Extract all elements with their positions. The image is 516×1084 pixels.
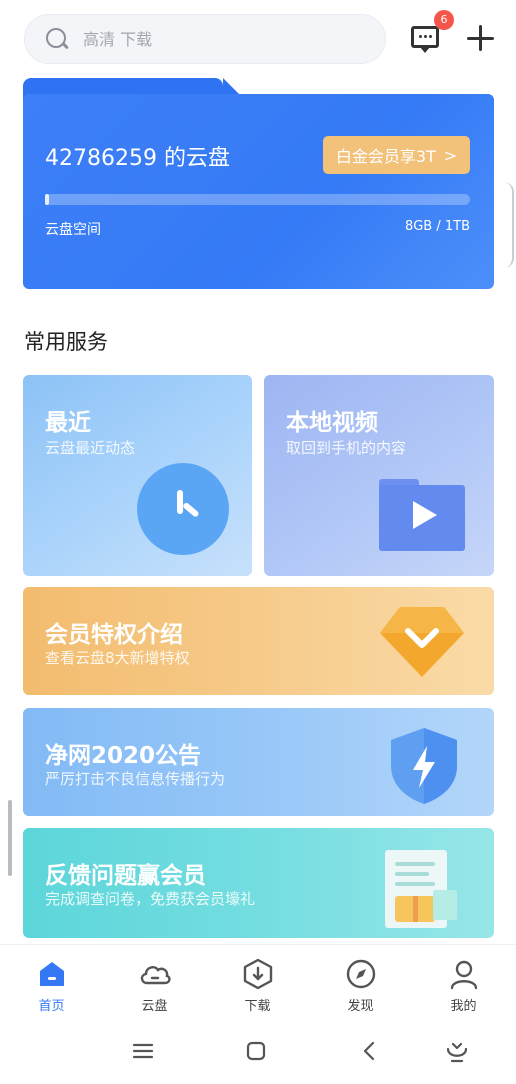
- download-icon: [243, 958, 273, 990]
- cloud-card-body: [23, 94, 494, 289]
- search-input[interactable]: [83, 29, 333, 49]
- vip-upgrade-button[interactable]: 白金会员享3T >: [323, 136, 470, 174]
- storage-label: 云盘空间: [45, 222, 101, 238]
- paper-line: [395, 862, 435, 866]
- nav-label: 我的: [450, 999, 477, 1014]
- person-icon: [450, 960, 478, 990]
- cloud-icon: [140, 966, 171, 985]
- member-title: 会员特权介绍: [45, 622, 183, 648]
- nav-item-discover[interactable]: 发现: [309, 945, 412, 1023]
- bottom-navigation: 首页 云盘 下载 发现 我的: [0, 944, 516, 1022]
- recent-title: 最近: [45, 410, 91, 436]
- message-count-badge: 6: [434, 10, 454, 30]
- compass-icon: [346, 959, 376, 989]
- storage-value: 8GB / 1TB: [404, 219, 470, 234]
- chevron-right-icon: >: [443, 145, 458, 165]
- feedback-subtitle: 完成调查问卷，免费获会员壕礼: [45, 890, 256, 908]
- diamond-icon: [380, 607, 464, 677]
- nav-item-download[interactable]: 下载: [206, 945, 309, 1023]
- home-icon: [40, 962, 64, 986]
- feedback-title: 反馈问题赢会员: [45, 863, 206, 889]
- shield-icon: [391, 728, 457, 804]
- back-icon[interactable]: [355, 1036, 385, 1066]
- message-dot: [429, 35, 432, 38]
- paper-line: [395, 872, 429, 876]
- messages-button[interactable]: 6: [408, 10, 454, 58]
- local-video-subtitle: 取回到手机的内容: [286, 439, 407, 457]
- cloud-title: 42786259 的云盘: [45, 146, 230, 171]
- nav-label: 下载: [244, 999, 271, 1014]
- gift-card-icon: [395, 896, 435, 922]
- recent-card[interactable]: 最近 云盘最近动态: [23, 375, 252, 576]
- section-title: 常用服务: [24, 330, 108, 354]
- paper-line: [395, 882, 435, 886]
- play-icon: [413, 501, 437, 529]
- scrollbar[interactable]: [8, 800, 12, 876]
- nav-label: 发现: [347, 999, 374, 1014]
- nav-item-home[interactable]: 首页: [0, 945, 103, 1023]
- nav-label: 首页: [38, 999, 65, 1014]
- nav-label: 云盘: [141, 999, 168, 1014]
- storage-progress-fill: [45, 194, 49, 205]
- local-video-card[interactable]: 本地视频 取回到手机的内容: [264, 375, 494, 576]
- clock-hand: [182, 501, 200, 518]
- recent-subtitle: 云盘最近动态: [45, 439, 136, 457]
- home-square-icon[interactable]: [241, 1036, 271, 1066]
- app-screen: 6 42786259 的云盘 白金会员享3T > 云盘空间 8GB / 1TB …: [0, 0, 516, 1084]
- assistant-icon[interactable]: [442, 1036, 472, 1066]
- notice-card[interactable]: 净网2020公告 严厉打击不良信息传播行为: [23, 708, 494, 816]
- notice-subtitle: 严厉打击不良信息传播行为: [45, 770, 226, 788]
- storage-progress-track: [45, 194, 470, 205]
- gift-box-icon: [433, 890, 457, 920]
- edge-swipe-handle[interactable]: [504, 182, 514, 268]
- clock-icon: [137, 463, 229, 555]
- clock-hand: [177, 490, 183, 514]
- add-button[interactable]: [466, 24, 496, 54]
- nav-item-profile[interactable]: 我的: [412, 945, 515, 1023]
- member-subtitle: 查看云盘8大新增特权: [45, 649, 190, 667]
- message-dot: [419, 35, 422, 38]
- feedback-card[interactable]: 反馈问题赢会员 完成调查问卷，免费获会员壕礼: [23, 828, 494, 938]
- member-privilege-card[interactable]: 会员特权介绍 查看云盘8大新增特权: [23, 587, 494, 695]
- local-video-title: 本地视频: [286, 410, 378, 436]
- cloud-storage-card[interactable]: 42786259 的云盘 白金会员享3T > 云盘空间 8GB / 1TB: [23, 78, 494, 289]
- video-folder-icon: [379, 479, 465, 551]
- search-icon: [45, 27, 69, 51]
- nav-item-cloud[interactable]: 云盘: [103, 945, 206, 1023]
- message-icon: [411, 26, 439, 53]
- notice-title: 净网2020公告: [45, 743, 202, 769]
- gift-ribbon: [413, 896, 418, 922]
- system-navigation-bar: [0, 1022, 516, 1084]
- vip-upgrade-label: 白金会员享3T: [335, 147, 436, 166]
- message-dot: [424, 35, 427, 38]
- menu-icon[interactable]: [128, 1036, 158, 1066]
- search-bar[interactable]: [24, 14, 386, 64]
